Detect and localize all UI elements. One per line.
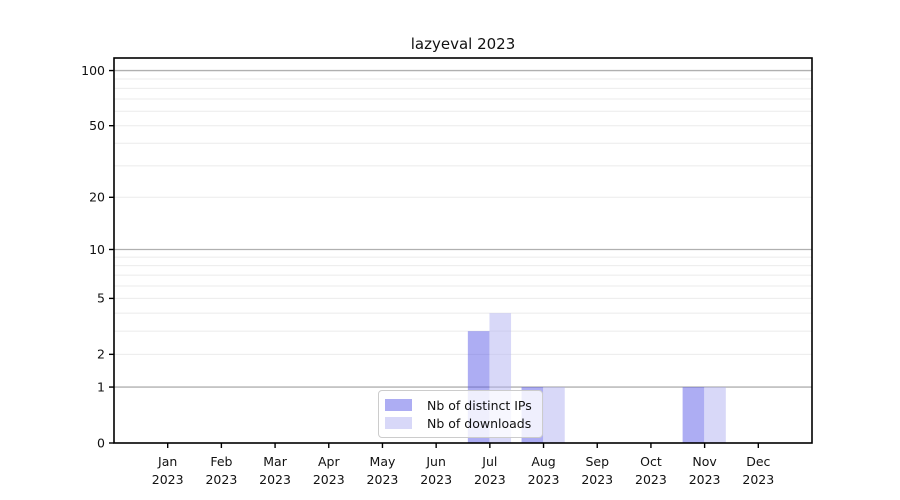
- x-tick-label-month: Mar: [263, 454, 287, 469]
- x-tick-label-month: Jul: [481, 454, 497, 469]
- chart-title: lazyeval 2023: [114, 35, 812, 53]
- y-tick-label: 5: [97, 291, 105, 306]
- x-tick-label-year: 2023: [474, 472, 506, 487]
- bar: [683, 387, 705, 443]
- bar: [704, 387, 726, 443]
- x-tick-label-year: 2023: [635, 472, 667, 487]
- x-tick-label-month: Apr: [318, 454, 340, 469]
- plot-border: [114, 58, 812, 443]
- x-tick-label-year: 2023: [689, 472, 721, 487]
- legend-label-downloads: Nb of downloads: [427, 416, 531, 431]
- x-tick-label-month: Nov: [692, 454, 717, 469]
- y-tick-label: 100: [81, 63, 105, 78]
- x-tick-label-year: 2023: [528, 472, 560, 487]
- x-tick-label-year: 2023: [205, 472, 237, 487]
- y-tick-label: 50: [89, 118, 105, 133]
- y-tick-label: 0: [97, 435, 105, 450]
- legend: Nb of distinct IPs Nb of downloads: [378, 390, 543, 438]
- x-tick-label-year: 2023: [313, 472, 345, 487]
- legend-swatch-distinct-ips: [385, 399, 412, 411]
- legend-entry-downloads: Nb of downloads: [385, 414, 534, 432]
- x-tick-label-year: 2023: [152, 472, 184, 487]
- x-tick-label-month: May: [370, 454, 396, 469]
- x-tick-label-month: Aug: [531, 454, 555, 469]
- y-tick-label: 10: [89, 242, 105, 257]
- x-tick-label-month: Jan: [157, 454, 177, 469]
- legend-entry-distinct-ips: Nb of distinct IPs: [385, 396, 534, 414]
- y-tick-label: 20: [89, 190, 105, 205]
- x-tick-label-month: Sep: [585, 454, 609, 469]
- x-tick-label-year: 2023: [581, 472, 613, 487]
- x-tick-label-year: 2023: [259, 472, 291, 487]
- x-tick-label-year: 2023: [420, 472, 452, 487]
- y-tick-label: 1: [97, 379, 105, 394]
- legend-label-distinct-ips: Nb of distinct IPs: [427, 398, 532, 413]
- chart-figure: 0 1 2 5 10 20 50 100 Jan 2023 Feb 2023 Mar 2023 Apr 202…: [0, 0, 900, 500]
- bar: [543, 387, 565, 443]
- legend-swatch-downloads: [385, 417, 412, 429]
- x-tick-label-month: Dec: [746, 454, 770, 469]
- x-tick-label-month: Feb: [210, 454, 232, 469]
- x-tick-label-month: Oct: [640, 454, 662, 469]
- x-tick-label-month: Jun: [425, 454, 446, 469]
- y-tick-label: 2: [97, 347, 105, 362]
- x-tick-label-year: 2023: [742, 472, 774, 487]
- x-tick-label-year: 2023: [367, 472, 399, 487]
